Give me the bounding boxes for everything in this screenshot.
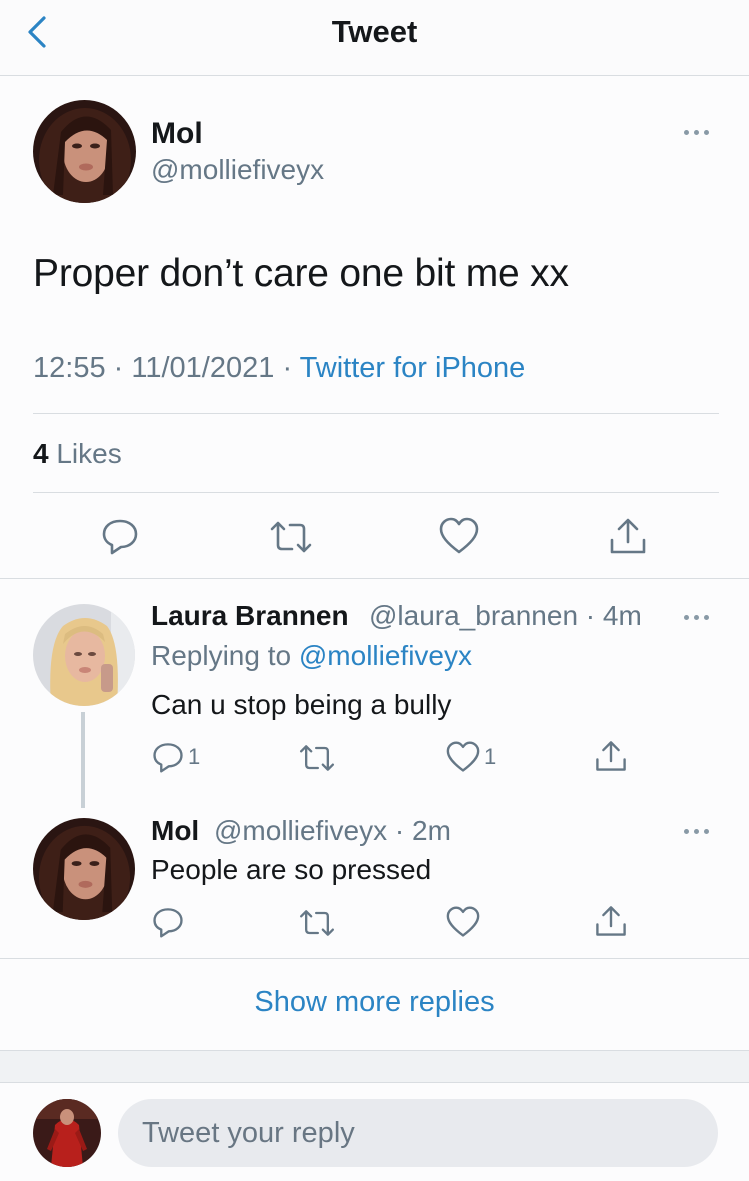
avatar[interactable] (33, 604, 135, 706)
author-handle[interactable]: @molliefiveyx (151, 154, 324, 186)
reply-time: 4m (602, 600, 642, 631)
like-count: 1 (484, 744, 497, 769)
reply-button[interactable] (152, 741, 184, 773)
reply-author-name[interactable]: Mol (151, 815, 199, 847)
like-button[interactable] (446, 741, 480, 773)
share-button[interactable] (594, 739, 628, 773)
heart-icon (446, 741, 480, 772)
like-button[interactable] (439, 517, 479, 555)
more-options-button[interactable] (684, 127, 716, 137)
share-icon (610, 518, 646, 554)
thread-line (81, 712, 85, 808)
reply-text: Can u stop being a bully (151, 689, 452, 720)
reply-text: People are so pressed (151, 854, 432, 885)
section-divider (0, 958, 749, 959)
more-options-button[interactable] (684, 612, 716, 622)
reply-input-placeholder: Tweet your reply (142, 1117, 355, 1149)
avatar[interactable] (33, 818, 135, 920)
section-divider (0, 578, 749, 579)
page-title: Tweet (331, 14, 418, 49)
reply-button[interactable] (101, 517, 139, 555)
show-more-replies-button[interactable]: Show more replies (0, 986, 749, 1019)
divider (33, 413, 719, 414)
comment-icon (153, 743, 183, 773)
tweet-text: Proper don’t care one bit me xx (33, 252, 569, 295)
retweet-button[interactable] (270, 519, 312, 555)
top-bar: Tweet (0, 0, 749, 76)
like-button[interactable] (446, 906, 480, 938)
more-options-button[interactable] (684, 826, 716, 836)
heart-icon (446, 906, 480, 937)
retweet-button[interactable] (299, 908, 335, 938)
avatar[interactable] (33, 1099, 101, 1167)
reply-author-meta[interactable]: @laura_brannen · 4m (369, 600, 642, 632)
likes-label: Likes (56, 438, 122, 469)
author-name[interactable]: Mol (151, 117, 203, 151)
share-button[interactable] (594, 904, 628, 938)
reply-count: 1 (188, 744, 201, 769)
separator: · (113, 352, 124, 384)
reply-author-meta[interactable]: @molliefiveyx · 2m (214, 815, 451, 847)
share-icon (596, 741, 626, 771)
separator: · (282, 352, 293, 384)
tweet-source-link[interactable]: Twitter for iPhone (300, 352, 526, 384)
retweet-icon (270, 521, 312, 553)
tweet-time: 12:55 (33, 352, 106, 384)
retweet-icon (300, 745, 334, 771)
reply-author-name[interactable]: Laura Brannen (151, 600, 349, 632)
share-button[interactable] (608, 516, 648, 556)
replying-to-label: Replying to (151, 640, 292, 671)
avatar[interactable] (33, 100, 136, 203)
replying-to: Replying to @molliefiveyx (151, 640, 472, 672)
likes-count-link[interactable]: 4 Likes (33, 438, 122, 470)
retweet-icon (300, 910, 334, 936)
comment-icon (153, 908, 183, 938)
section-gap (0, 1050, 749, 1083)
reply-input[interactable]: Tweet your reply (118, 1099, 718, 1167)
reply-time: 2m (412, 815, 451, 846)
retweet-button[interactable] (299, 743, 335, 773)
likes-number: 4 (33, 438, 49, 469)
replying-to-mention[interactable]: @molliefiveyx (299, 640, 472, 671)
reply-button[interactable] (152, 906, 184, 938)
share-icon (596, 906, 626, 936)
separator: · (394, 815, 405, 846)
reply-author-handle: @laura_brannen (369, 600, 579, 631)
tweet-meta: 12:55 · 11/01/2021 · Twitter for iPhone (33, 352, 525, 385)
separator: · (585, 600, 596, 631)
divider (33, 492, 719, 493)
comment-icon (102, 519, 138, 555)
reply-author-handle: @molliefiveyx (214, 815, 388, 846)
heart-icon (439, 517, 479, 554)
tweet-date: 11/01/2021 (131, 352, 275, 384)
